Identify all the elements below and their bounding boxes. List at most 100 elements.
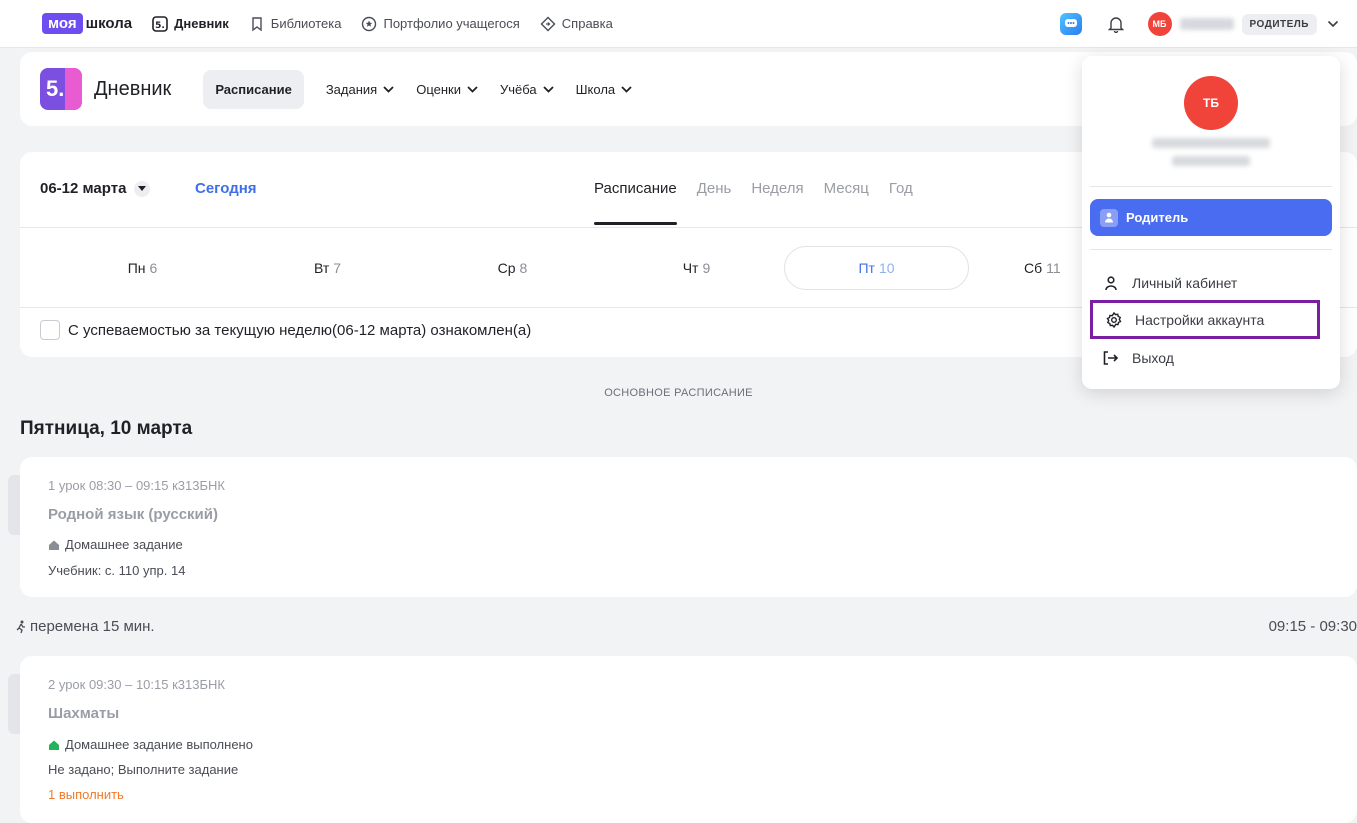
view-tab-day[interactable]: День [697, 180, 732, 197]
tab-school[interactable]: Школа [576, 82, 633, 97]
day-num: 11 [1046, 260, 1061, 276]
person-icon [1102, 275, 1120, 291]
tab-assignments[interactable]: Задания [326, 82, 394, 97]
topnav-help-label: Справка [561, 16, 613, 31]
tab-grades-label: Оценки [416, 81, 461, 97]
menu-item-label: Выход [1132, 350, 1174, 366]
view-tab-schedule[interactable]: Расписание [594, 180, 677, 225]
user-name-blurred [1152, 138, 1270, 148]
homework-label: Домашнее задание выполнено [65, 737, 253, 752]
day-name: Ср [497, 260, 516, 276]
day-num: 6 [149, 260, 158, 276]
week-range-label: 06-12 марта [40, 180, 127, 197]
topnav-portfolio[interactable]: Портфолио учащегося [361, 16, 520, 32]
lesson-card-1[interactable]: 1 урок 08:30 – 09:15 к313БНК Родной язык… [8, 457, 1357, 597]
day-num: 7 [333, 260, 342, 276]
day-name: Пн [127, 260, 146, 276]
day-name: Пт [858, 260, 875, 276]
gear-icon [1105, 311, 1123, 328]
chevron-down-icon [621, 85, 632, 93]
role-badge[interactable]: РОДИТЕЛЬ [1241, 13, 1317, 35]
menu-item-label: Настройки аккаунта [1135, 311, 1265, 328]
bookmark-icon [249, 16, 265, 32]
tab-study[interactable]: Учёба [500, 82, 554, 97]
running-person-icon [16, 620, 26, 634]
week-range-selector[interactable]: 06-12 марта [40, 180, 151, 197]
day-tue[interactable]: Вт 7 [235, 246, 420, 290]
day-thu[interactable]: Чт 9 [604, 246, 789, 290]
view-tabs: Расписание День Неделя Месяц Год [594, 180, 933, 225]
messenger-icon[interactable] [1059, 13, 1082, 35]
acknowledge-label: С успеваемостью за текущую неделю(06-12 … [68, 321, 532, 339]
acknowledge-checkbox[interactable] [40, 320, 60, 340]
star-circle-icon [361, 16, 377, 32]
homework-text: Не задано; Выполните задание [48, 762, 239, 777]
day-wed[interactable]: Ср 8 [420, 246, 605, 290]
chevron-down-icon [542, 85, 554, 93]
break-time: 09:15 - 09:30 [1268, 618, 1357, 635]
day-title: Пятница, 10 марта [20, 418, 193, 439]
role-item-parent[interactable]: Родитель [1090, 199, 1332, 236]
tab-grades[interactable]: Оценки [416, 82, 478, 97]
day-fri[interactable]: Пт 10 [784, 246, 969, 290]
day-num: 10 [878, 260, 895, 276]
day-num: 8 [519, 260, 528, 276]
day-name: Чт [682, 260, 699, 276]
today-link[interactable]: Сегодня [195, 180, 257, 197]
logout-icon [1102, 351, 1120, 365]
diamond-help-icon [540, 16, 556, 32]
logo-shkola: школа [85, 15, 133, 32]
avatar[interactable]: МБ [1147, 12, 1172, 36]
topnav-portfolio-label: Портфолио учащегося [383, 16, 520, 31]
account-dropdown: ТБ Родитель Личный кабинет Настройки акк… [1082, 56, 1340, 389]
diary-tabs: Расписание Задания Оценки Учёба Школа [203, 69, 654, 109]
day-name: Сб [1024, 260, 1043, 276]
homework-text: Учебник: с. 110 упр. 14 [48, 563, 186, 578]
view-tab-year[interactable]: Год [889, 180, 913, 197]
lesson-subject[interactable]: Шахматы [48, 705, 119, 722]
top-right-controls: МБ РОДИТЕЛЬ [1059, 0, 1339, 48]
menu-item-personal-account[interactable]: Личный кабинет [1090, 264, 1320, 302]
lesson-meta: 2 урок 09:30 – 10:15 к313БНК [48, 677, 225, 692]
acknowledge-row: С успеваемостью за текущую неделю(06-12 … [40, 320, 531, 340]
divider [1090, 186, 1332, 187]
diary-logo-digit: 5. [46, 76, 65, 101]
topnav-library-label: Библиотека [270, 16, 342, 31]
top-bar: моя школа 5. Дневник Библиотека Портфоли… [0, 0, 1357, 48]
complete-task-link[interactable]: 1 выполнить [48, 787, 124, 802]
page-title: Дневник [94, 77, 172, 100]
home-done-icon [48, 739, 60, 751]
chevron-down-icon [467, 85, 478, 93]
lesson-marker [8, 674, 20, 734]
lesson-marker [8, 475, 20, 535]
tab-schedule-label: Расписание [215, 81, 292, 97]
lesson-subject[interactable]: Родной язык (русский) [48, 506, 218, 523]
bell-icon[interactable] [1107, 15, 1124, 33]
chevron-down-icon[interactable] [1327, 20, 1339, 28]
view-tab-week[interactable]: Неделя [751, 180, 803, 197]
break-row: перемена 15 мин. 09:15 - 09:30 [16, 618, 1357, 635]
chevron-down-icon [383, 85, 394, 93]
day-name: Вт [313, 260, 330, 276]
menu-item-account-settings[interactable]: Настройки аккаунта [1090, 300, 1320, 339]
homework-label: Домашнее задание [65, 537, 183, 552]
homework-row: Домашнее задание [48, 537, 183, 552]
tab-schedule[interactable]: Расписание [203, 69, 304, 109]
view-tab-month[interactable]: Месяц [824, 180, 869, 197]
lesson-card-2[interactable]: 2 урок 09:30 – 10:15 к313БНК Шахматы Дом… [8, 656, 1357, 823]
topnav-diary[interactable]: 5. Дневник [152, 15, 229, 32]
day-mon[interactable]: Пн 6 [50, 246, 235, 290]
tab-school-label: Школа [575, 81, 616, 97]
topnav-library[interactable]: Библиотека [249, 16, 342, 32]
day-sat[interactable]: Сб 11 [980, 246, 1090, 290]
menu-item-label: Личный кабинет [1132, 275, 1238, 291]
topnav-help[interactable]: Справка [540, 16, 613, 32]
menu-item-logout[interactable]: Выход [1090, 339, 1320, 377]
role-item-label: Родитель [1126, 210, 1189, 225]
moya-shkola-logo[interactable]: моя школа [42, 13, 132, 34]
tab-study-label: Учёба [499, 81, 537, 97]
tab-assignments-label: Задания [325, 81, 378, 97]
caret-down-icon [134, 180, 151, 197]
diary-logo: 5. [40, 68, 82, 110]
homework-row: Домашнее задание выполнено [48, 737, 253, 752]
